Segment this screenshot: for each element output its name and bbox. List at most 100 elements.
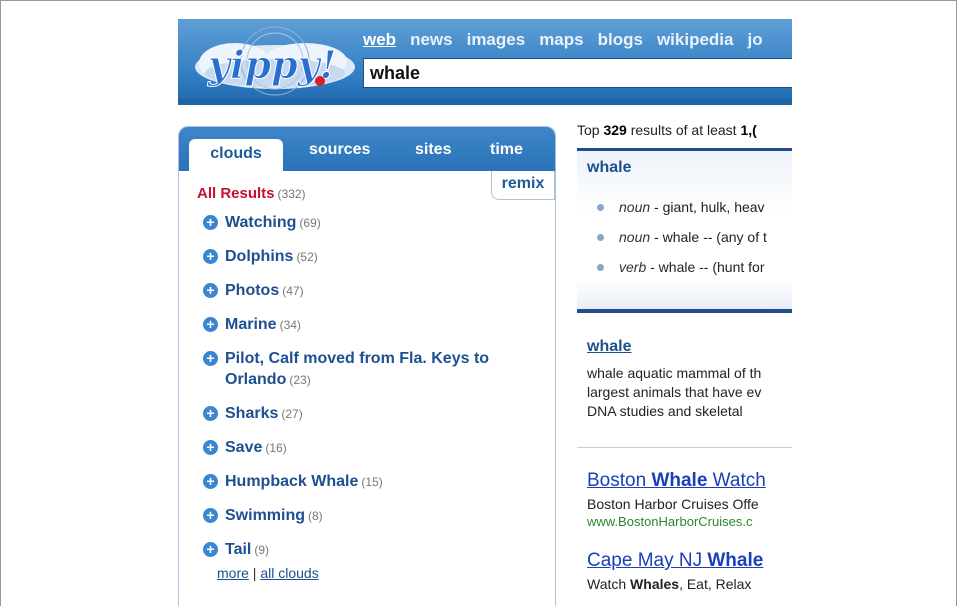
clusters-panel: clouds sources sites time remix All Resu… [178, 126, 556, 606]
cluster-label[interactable]: Pilot, Calf moved from Fla. Keys to Orla… [225, 350, 489, 388]
expand-plus-icon[interactable]: + [203, 542, 218, 557]
wikipedia-title-link[interactable]: whale [587, 338, 792, 356]
cluster-label[interactable]: Save [225, 439, 262, 456]
title-bold[interactable]: Whale [707, 550, 763, 571]
expand-plus-icon[interactable]: + [203, 249, 218, 264]
all-clouds-link[interactable]: all clouds [260, 565, 318, 581]
cluster-item[interactable]: + Marine (34) [203, 314, 533, 336]
sponsored-description: Watch Whales, Eat, Relax [587, 576, 792, 592]
desc-bold: Whales [630, 576, 680, 592]
cluster-label[interactable]: Marine [225, 316, 277, 333]
expand-plus-icon[interactable]: + [203, 406, 218, 421]
cluster-count: (52) [296, 250, 318, 264]
tab-clouds[interactable]: clouds [189, 139, 283, 173]
cluster-label[interactable]: Sharks [225, 405, 278, 422]
cluster-item[interactable]: + Save (16) [203, 437, 533, 459]
part-of-speech: noun [619, 229, 651, 245]
sponsored-result: Cape May NJ Whale Watch Whales, Eat, Rel… [587, 550, 792, 592]
expand-plus-icon[interactable]: + [203, 215, 218, 230]
nav-wikipedia[interactable]: wikipedia [657, 30, 734, 49]
cluster-count: (69) [299, 216, 321, 230]
cluster-list: + Watching (69) + Dolphins (52) + Photos (47) … [203, 212, 533, 573]
expand-plus-icon[interactable]: + [203, 474, 218, 489]
nav-images[interactable]: images [467, 30, 526, 49]
expand-plus-icon[interactable]: + [203, 283, 218, 298]
snippet-line: largest animals that have ev [587, 384, 762, 400]
definition-title: whale [587, 159, 632, 176]
sponsored-url[interactable]: www.BostonHarborCruises.c [587, 514, 792, 529]
cluster-label[interactable]: Photos [225, 282, 279, 299]
definition-text: - whale -- (any of t [650, 229, 767, 245]
definition-item: verb - whale -- (hunt for [595, 259, 792, 275]
results-column: Top 329 results of at least 1,( whale no… [577, 122, 792, 592]
cluster-count: (34) [279, 318, 301, 332]
tab-sites[interactable]: sites [415, 141, 451, 159]
summary-mid: results of at least [626, 122, 741, 138]
cluster-label[interactable]: Watching [225, 214, 296, 231]
cluster-label[interactable]: Swimming [225, 507, 305, 524]
cluster-count: (16) [265, 441, 287, 455]
result-count: 329 [603, 122, 627, 138]
nav-blogs[interactable]: blogs [598, 30, 643, 49]
nav-web[interactable]: web [363, 30, 396, 49]
expand-plus-icon[interactable]: + [203, 508, 218, 523]
tab-time[interactable]: time [490, 141, 523, 159]
definition-box: whale noun - giant, hulk, heav noun - wh… [577, 148, 792, 313]
yippy-logo[interactable]: yippy! [180, 23, 360, 101]
definition-item: noun - whale -- (any of t [595, 229, 792, 245]
sponsored-title-link[interactable]: Boston Whale Watch [587, 470, 792, 492]
all-results-label[interactable]: All Results [197, 185, 275, 202]
vertical-nav: web news images maps blogs wikipedia jo [363, 30, 777, 50]
cluster-count: (47) [282, 284, 304, 298]
min-count: 1,( [740, 122, 757, 138]
section-divider [577, 447, 792, 448]
desc-part: Watch [587, 576, 631, 592]
browser-content: yippy! web news images maps blogs wikipedia jo… [178, 19, 792, 606]
definition-list: noun - giant, hulk, heav noun - whale --… [595, 199, 792, 289]
cluster-item[interactable]: + Dolphins (52) [203, 246, 533, 268]
tab-sources[interactable]: sources [309, 141, 370, 159]
cluster-item[interactable]: + Tail (9) [203, 539, 533, 561]
expand-plus-icon[interactable]: + [203, 440, 218, 455]
search-input[interactable]: whale [363, 58, 792, 88]
part-of-speech: verb [619, 259, 647, 275]
window-border-left [0, 0, 1, 606]
site-header: yippy! web news images maps blogs wikipedia jo… [178, 19, 792, 105]
definition-item: noun - giant, hulk, heav [595, 199, 792, 215]
nav-maps[interactable]: maps [539, 30, 583, 49]
definition-text: - giant, hulk, heav [650, 199, 765, 215]
title-bold[interactable]: Whale [651, 470, 707, 491]
title-part[interactable]: Watch [707, 470, 766, 491]
all-results-count: (332) [277, 187, 306, 201]
title-part[interactable]: Cape May NJ [587, 550, 707, 571]
nav-news[interactable]: news [410, 30, 453, 49]
cluster-item[interactable]: + Humpback Whale (15) [203, 471, 533, 493]
definition-divider [577, 309, 792, 313]
cluster-count: (27) [281, 407, 303, 421]
cluster-label[interactable]: Humpback Whale [225, 473, 358, 490]
cluster-label[interactable]: Tail [225, 541, 251, 558]
remix-button[interactable]: remix [491, 171, 555, 200]
expand-plus-icon[interactable]: + [203, 317, 218, 332]
cluster-item[interactable]: + Swimming (8) [203, 505, 533, 527]
cluster-label[interactable]: Dolphins [225, 248, 293, 265]
nav-jobs[interactable]: jo [747, 30, 762, 49]
cluster-count: (15) [361, 475, 383, 489]
wikipedia-snippet: whale aquatic mammal of th largest anima… [587, 364, 792, 421]
cluster-item[interactable]: + Watching (69) [203, 212, 533, 234]
sponsored-title-link[interactable]: Cape May NJ Whale [587, 550, 792, 572]
cluster-tabs: clouds sources sites time [179, 127, 555, 173]
window-border-top [0, 0, 957, 1]
definition-text: - whale -- (hunt for [646, 259, 765, 275]
cluster-item[interactable]: + Photos (47) [203, 280, 533, 302]
sponsored-result: Boston Whale Watch Boston Harbor Cruises… [587, 470, 792, 529]
cluster-count: (23) [289, 373, 311, 387]
title-part[interactable]: Boston [587, 470, 651, 491]
cluster-item[interactable]: + Pilot, Calf moved from Fla. Keys to Orl… [203, 348, 533, 391]
more-link[interactable]: more [217, 565, 249, 581]
all-results-link[interactable]: All Results (332) [197, 185, 306, 202]
expand-plus-icon[interactable]: + [203, 351, 218, 366]
sponsored-description: Boston Harbor Cruises Offe [587, 496, 759, 512]
cluster-item[interactable]: + Sharks (27) [203, 403, 533, 425]
summary-prefix: Top [577, 122, 604, 138]
